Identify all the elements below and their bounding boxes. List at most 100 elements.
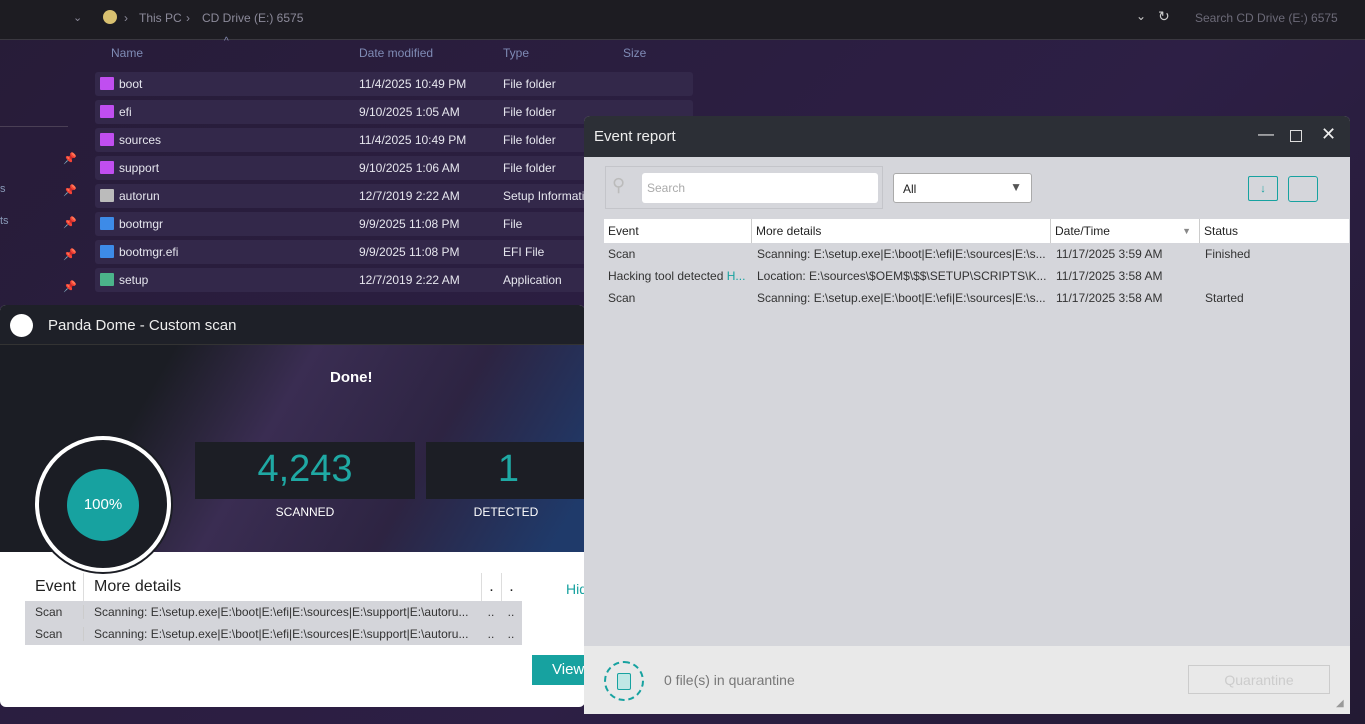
event-search-input[interactable]: Search bbox=[642, 173, 878, 203]
column-header-event[interactable]: Event bbox=[604, 219, 752, 243]
column-header-datetime[interactable]: Date/Time ▼ bbox=[1051, 219, 1200, 243]
file-name: bootmgr.efi bbox=[119, 245, 179, 259]
event-filter-select[interactable]: All ▼ bbox=[893, 173, 1032, 203]
quarantine-footer: 0 file(s) in quarantine Quarantine ◢ bbox=[584, 646, 1350, 714]
cell-4: .. bbox=[507, 627, 515, 641]
details-cell: Location: E:\sources\$OEM$\$$\SETUP\SCRI… bbox=[757, 269, 1047, 283]
cell-3: .. bbox=[487, 605, 495, 619]
history-dropdown-icon[interactable]: ⌄ bbox=[1136, 9, 1146, 23]
event-row[interactable]: Hacking tool detected H... Location: E:\… bbox=[604, 269, 1350, 291]
maximize-icon[interactable] bbox=[1290, 130, 1302, 142]
table-row[interactable]: Scan Scanning: E:\setup.exe|E:\boot|E:\e… bbox=[25, 601, 522, 623]
event-report-title-bar: Event report — ✕ bbox=[584, 116, 1350, 157]
datetime-label: Date/Time bbox=[1055, 224, 1110, 238]
view-report-button[interactable]: View bbox=[532, 655, 585, 685]
file-date: 12/7/2019 2:22 AM bbox=[359, 273, 460, 287]
column-header-3[interactable]: . bbox=[481, 573, 501, 601]
sidebar-item-fragment[interactable]: s bbox=[0, 183, 6, 195]
file-type: File folder bbox=[503, 105, 556, 119]
event-row[interactable]: Scan Scanning: E:\setup.exe|E:\boot|E:\e… bbox=[604, 247, 1350, 269]
file-type: Application bbox=[503, 273, 562, 287]
event-row[interactable]: Scan Scanning: E:\setup.exe|E:\boot|E:\e… bbox=[604, 291, 1350, 313]
event-report-title: Event report bbox=[594, 128, 676, 145]
breadcrumb-cd-drive[interactable]: CD Drive (E:) 6575 bbox=[202, 11, 303, 25]
event-link[interactable]: H... bbox=[727, 269, 746, 283]
file-type: File folder bbox=[503, 161, 556, 175]
column-header-size[interactable]: Size bbox=[623, 46, 646, 60]
sidebar-item-fragment[interactable]: ts bbox=[0, 215, 9, 227]
column-header-name[interactable]: Name bbox=[111, 46, 143, 60]
file-type: EFI File bbox=[503, 245, 545, 259]
file-date: 9/10/2025 1:05 AM bbox=[359, 105, 460, 119]
print-icon[interactable] bbox=[1288, 176, 1318, 202]
export-folder-icon[interactable]: ↓ bbox=[1248, 176, 1278, 201]
file-date: 9/9/2025 11:08 PM bbox=[359, 245, 460, 259]
detected-label: DETECTED bbox=[473, 505, 539, 519]
breadcrumb-separator: › bbox=[186, 11, 190, 25]
cell-3: .. bbox=[487, 627, 495, 641]
details-cell: Scanning: E:\setup.exe|E:\boot|E:\efi|E:… bbox=[757, 247, 1046, 261]
breadcrumb-this-pc[interactable]: This PC bbox=[139, 11, 182, 25]
minimize-icon[interactable]: — bbox=[1258, 126, 1274, 144]
system-file-icon bbox=[100, 217, 114, 230]
event-name: Scan bbox=[608, 291, 636, 305]
status-cell: Started bbox=[1205, 291, 1244, 305]
panda-window-title: Panda Dome - Custom scan bbox=[48, 317, 237, 334]
column-header-type[interactable]: Type bbox=[503, 46, 529, 60]
file-type: File folder bbox=[503, 77, 556, 91]
file-name: setup bbox=[119, 273, 149, 287]
file-name: efi bbox=[119, 105, 132, 119]
panda-logo-icon bbox=[10, 314, 33, 337]
hide-details-link[interactable]: Hid bbox=[566, 581, 585, 597]
panda-events-table: Event More details . . Scan Scanning: E:… bbox=[25, 573, 522, 645]
explorer-search-input[interactable]: Search CD Drive (E:) 6575 bbox=[1195, 11, 1338, 25]
panda-title-bar: Panda Dome - Custom scan bbox=[0, 305, 585, 345]
event-cell: Scan bbox=[35, 605, 63, 619]
column-header-details[interactable]: More details bbox=[83, 573, 481, 601]
close-icon[interactable]: ✕ bbox=[1321, 124, 1336, 145]
table-row[interactable]: Scan Scanning: E:\setup.exe|E:\boot|E:\e… bbox=[25, 623, 522, 645]
settings-file-icon bbox=[100, 189, 114, 202]
column-header-details[interactable]: More details bbox=[752, 219, 1051, 243]
progress-percent: 100% bbox=[67, 469, 139, 541]
datetime-cell: 11/17/2025 3:58 AM bbox=[1056, 269, 1163, 283]
refresh-icon[interactable]: ↻ bbox=[1158, 8, 1170, 25]
event-report-window: Event report — ✕ ⚲ Search All ▼ ↓ Event … bbox=[584, 116, 1350, 714]
setup-app-icon bbox=[100, 273, 114, 286]
quarantine-button[interactable]: Quarantine bbox=[1188, 665, 1330, 694]
scan-status: Done! bbox=[330, 369, 373, 386]
panda-dome-window: Panda Dome - Custom scan Done! 4,243 1 S… bbox=[0, 305, 585, 707]
cd-drive-icon bbox=[103, 10, 117, 24]
pin-icon[interactable]: 📌 bbox=[63, 216, 77, 229]
chevron-down-icon[interactable]: ⌄ bbox=[73, 11, 82, 24]
column-header-event[interactable]: Event bbox=[25, 578, 83, 596]
event-name: Hacking tool detected bbox=[608, 269, 727, 283]
resize-grip-icon[interactable]: ◢ bbox=[1336, 698, 1344, 709]
column-header-date[interactable]: Date modified bbox=[359, 46, 433, 60]
folder-icon bbox=[100, 161, 114, 174]
quarantine-document-icon bbox=[604, 661, 644, 701]
file-row[interactable]: boot 11/4/2025 10:49 PM File folder bbox=[95, 72, 693, 96]
event-name: Scan bbox=[608, 247, 636, 261]
file-name: sources bbox=[119, 133, 162, 147]
file-type: File folder bbox=[503, 133, 556, 147]
event-cell: Hacking tool detected H... bbox=[608, 269, 750, 283]
file-date: 9/10/2025 1:06 AM bbox=[359, 161, 460, 175]
explorer-address-bar: ⌄ › This PC › CD Drive (E:) 6575 ⌄ ↻ Sea… bbox=[0, 0, 1365, 40]
pin-icon[interactable]: 📌 bbox=[63, 152, 77, 165]
sort-ascending-icon: ^ bbox=[224, 36, 229, 47]
column-header-status[interactable]: Status bbox=[1200, 219, 1349, 243]
scanned-label: SCANNED bbox=[275, 505, 335, 519]
pin-icon[interactable]: 📌 bbox=[63, 280, 77, 293]
file-name: support bbox=[119, 161, 160, 175]
pin-icon[interactable]: 📌 bbox=[63, 184, 77, 197]
details-cell: Scanning: E:\setup.exe|E:\boot|E:\efi|E:… bbox=[83, 627, 481, 641]
pin-icon[interactable]: 📌 bbox=[63, 248, 77, 261]
file-name: autorun bbox=[119, 189, 160, 203]
column-header-4[interactable]: . bbox=[501, 573, 521, 601]
file-type: File bbox=[503, 217, 523, 231]
breadcrumb-separator: › bbox=[124, 11, 128, 25]
search-area: ⚲ Search bbox=[605, 166, 883, 209]
event-cell: Scan bbox=[35, 627, 63, 641]
sort-desc-icon: ▼ bbox=[1182, 226, 1191, 236]
